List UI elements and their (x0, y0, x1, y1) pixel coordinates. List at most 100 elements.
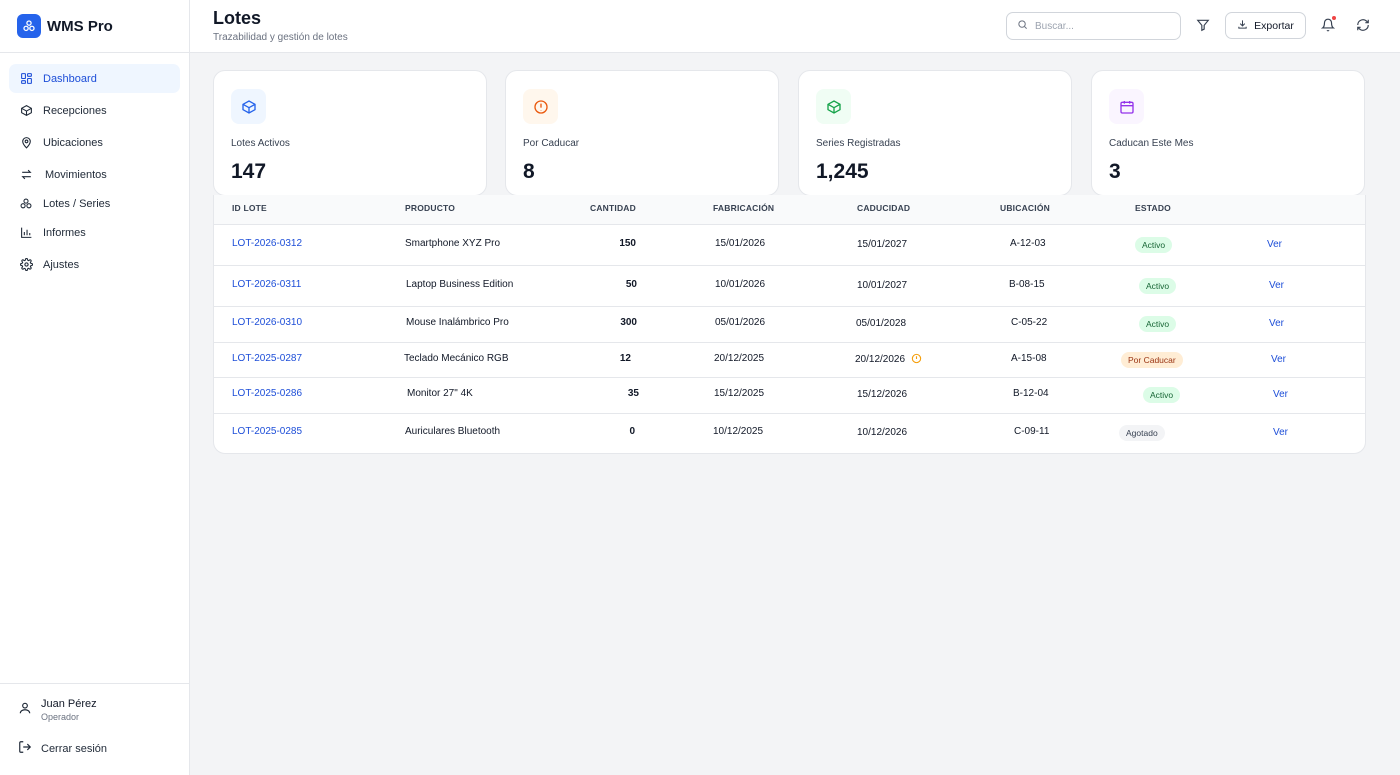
export-button[interactable]: Exportar (1225, 12, 1306, 39)
stat-label: Por Caducar (523, 138, 580, 149)
page-subtitle: Trazabilidad y gestión de lotes (213, 32, 348, 43)
refresh-button[interactable] (1353, 15, 1373, 35)
lot-id-link[interactable]: LOT-2025-0285 (232, 426, 302, 437)
refresh-icon (1357, 19, 1369, 31)
fabrication-date: 15/12/2025 (714, 388, 765, 399)
sidebar-item-ajustes[interactable]: Ajustes (9, 250, 180, 279)
status-badge: Por Caducar (1121, 352, 1183, 368)
lot-id-link[interactable]: LOT-2026-0310 (232, 317, 302, 328)
lot-id-link[interactable]: LOT-2026-0311 (232, 279, 301, 290)
sidebar-item-ubicaciones[interactable]: Ubicaciones (9, 128, 180, 157)
notification-dot (1331, 15, 1337, 21)
table-row: LOT-2026-0310 Mouse Inalámbrico Pro 300 … (214, 307, 1365, 343)
column-header[interactable]: CADUCIDAD (857, 203, 910, 213)
product-name: Smartphone XYZ Pro (405, 238, 501, 249)
sidebar-item-dashboard[interactable]: Dashboard (9, 64, 180, 93)
location: A-12-03 (1010, 238, 1046, 249)
sidebar-item-recepciones[interactable]: Recepciones (9, 96, 180, 125)
view-link[interactable]: Ver (1271, 354, 1286, 365)
sidebar-item-label: Dashboard (43, 72, 97, 85)
download-icon (1237, 19, 1248, 33)
lot-id-link[interactable]: LOT-2025-0287 (232, 353, 302, 364)
expiry-cell: 20/12/2026 (855, 353, 922, 365)
view-link[interactable]: Ver (1273, 389, 1288, 400)
column-header[interactable]: UBICACIÓN (1000, 203, 1050, 213)
view-link[interactable]: Ver (1269, 318, 1284, 329)
expiry-date: 10/01/2027 (857, 280, 908, 291)
sidebar-item-lotes-series[interactable]: Lotes / Series (9, 192, 180, 216)
user-profile[interactable]: Juan Pérez Operador (18, 698, 171, 722)
expiry-date: 10/12/2026 (857, 427, 908, 438)
view-link[interactable]: Ver (1269, 280, 1284, 291)
product-name: Laptop Business Edition (406, 279, 514, 290)
quantity: 35 (627, 388, 639, 399)
product-name: Teclado Mecánico RGB (404, 353, 509, 364)
map-pin-icon (19, 136, 33, 150)
user-role: Operador (41, 712, 80, 722)
fabrication-date: 05/01/2026 (715, 317, 766, 328)
sidebar-item-label: Ajustes (43, 258, 80, 271)
sidebar-item-informes[interactable]: Informes (9, 218, 180, 247)
notifications-button[interactable] (1318, 15, 1338, 35)
logo-icon (17, 14, 41, 38)
column-header[interactable]: PRODUCTO (405, 203, 455, 213)
location: C-05-22 (1011, 317, 1048, 328)
lots-table: ID LOTE PRODUCTO CANTIDAD FABRICACIÓN CA… (213, 195, 1366, 454)
quantity: 300 (620, 317, 637, 328)
product-name: Monitor 27" 4K (407, 388, 473, 399)
stat-label: Caducan Este Mes (1109, 138, 1194, 149)
view-link[interactable]: Ver (1267, 239, 1282, 250)
lot-id-link[interactable]: LOT-2025-0286 (232, 388, 302, 399)
table-row: LOT-2025-0286 Monitor 27" 4K 35 15/12/20… (214, 378, 1365, 414)
brand[interactable]: WMS Pro (0, 0, 189, 53)
status-badge: Activo (1139, 278, 1177, 294)
sidebar-nav: Dashboard Recepciones Ubicaciones Movimi… (0, 53, 189, 279)
stat-value: 147 (231, 160, 267, 183)
stat-label: Lotes Activos (231, 138, 290, 149)
sidebar-item-label: Lotes / Series (43, 198, 111, 210)
stat-card-lotes-activos: Lotes Activos 147 (213, 70, 487, 196)
stat-value: 1,245 (816, 160, 869, 183)
quantity: 50 (625, 279, 637, 290)
status-badge: Agotado (1119, 425, 1165, 441)
export-label: Exportar (1254, 19, 1294, 32)
search-icon (1017, 17, 1028, 35)
search-box[interactable] (1006, 12, 1181, 40)
product-name: Auriculares Bluetooth (405, 426, 501, 437)
sidebar-item-movimientos[interactable]: Movimientos (9, 160, 180, 189)
chart-icon (19, 226, 33, 240)
column-header[interactable]: ESTADO (1135, 203, 1171, 213)
fabrication-date: 15/01/2026 (715, 238, 766, 249)
view-link[interactable]: Ver (1273, 427, 1288, 438)
logout-label: Cerrar sesión (41, 742, 108, 755)
column-header[interactable]: CANTIDAD (590, 203, 636, 213)
user-name: Juan Pérez (41, 698, 97, 710)
fabrication-date: 20/12/2025 (714, 353, 765, 364)
location: C-09-11 (1014, 426, 1050, 437)
search-input[interactable] (1035, 20, 1165, 32)
product-name: Mouse Inalámbrico Pro (406, 317, 509, 328)
fabrication-date: 10/01/2026 (715, 279, 766, 290)
page-header: Lotes Trazabilidad y gestión de lotes Ex… (190, 0, 1400, 53)
stat-card-caducan-este-mes: Caducan Este Mes 3 (1091, 70, 1365, 196)
sidebar: WMS Pro Dashboard Recepciones Ubicacione… (0, 0, 190, 775)
filter-icon (1196, 19, 1210, 32)
dashboard-icon (19, 72, 33, 86)
table-row: LOT-2026-0311 Laptop Business Edition 50… (214, 266, 1365, 307)
gear-icon (19, 258, 33, 272)
column-header[interactable]: FABRICACIÓN (713, 203, 774, 213)
location: A-15-08 (1011, 353, 1047, 364)
column-header[interactable]: ID LOTE (232, 203, 267, 213)
stat-value: 3 (1109, 160, 1121, 183)
lot-id-link[interactable]: LOT-2026-0312 (232, 238, 302, 249)
sidebar-item-label: Recepciones (43, 104, 107, 117)
status-badge: Activo (1139, 316, 1177, 332)
brand-name: WMS Pro (47, 17, 113, 35)
expiry-date: 20/12/2026 (855, 354, 906, 365)
logout-button[interactable]: Cerrar sesión (18, 740, 171, 757)
table-row: LOT-2025-0285 Auriculares Bluetooth 0 10… (214, 414, 1365, 454)
page-title: Lotes (213, 8, 262, 28)
sidebar-item-label: Movimientos (45, 168, 107, 181)
quantity: 150 (619, 238, 636, 249)
filter-button[interactable] (1193, 15, 1213, 35)
